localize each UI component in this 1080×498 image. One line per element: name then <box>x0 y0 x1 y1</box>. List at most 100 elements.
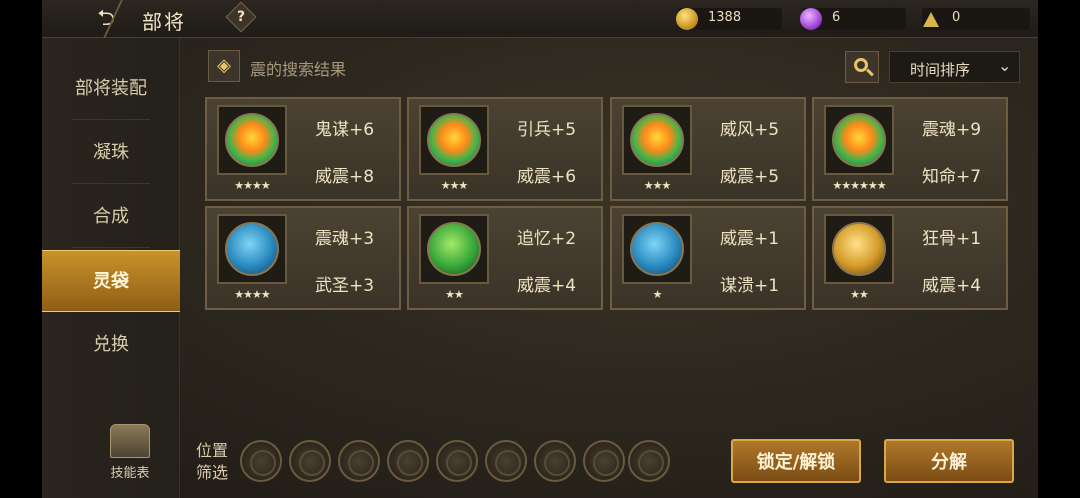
attribute-primary: 追忆+2 <box>517 229 577 249</box>
top-bar: ⮌ 部将 ? 1388 6 0 <box>42 0 1038 38</box>
spirit-orb-icon <box>630 113 684 167</box>
attribute-primary: 引兵+5 <box>517 120 577 140</box>
attribute-primary: 震魂+9 <box>922 120 982 140</box>
spirit-card[interactable]: ★★★ 威风+5 威震+5 <box>610 97 806 201</box>
chevron-left-icon: ◈ <box>217 55 231 76</box>
orb-frame <box>419 214 489 284</box>
bell-counter: 0 <box>922 8 1030 30</box>
orb-frame <box>419 105 489 175</box>
attribute-secondary: 威震+4 <box>922 276 982 296</box>
bell-value: 0 <box>952 10 961 25</box>
attribute-primary: 狂骨+1 <box>922 229 982 249</box>
spirit-card[interactable]: ★★★★★★ 震魂+9 知命+7 <box>812 97 1008 201</box>
gem-counter: 6 <box>800 8 906 30</box>
position-filter-slot-2[interactable] <box>289 440 331 482</box>
bell-icon <box>920 8 942 30</box>
coin-counter: 1388 <box>676 8 782 30</box>
sidebar-item-label: 部将装配 <box>75 78 147 99</box>
star-rating: ★★ <box>850 288 869 301</box>
game-screen: ⮌ 部将 ? 1388 6 0 部将装配 凝珠 合成 灵袋 兑换 技能表 ◈ 震… <box>0 0 1080 498</box>
star-rating: ★★★★ <box>234 179 270 192</box>
position-filter-slot-9[interactable] <box>628 440 670 482</box>
spirit-card[interactable]: ★ 威震+1 谋溃+1 <box>610 206 806 310</box>
star-rating: ★★ <box>445 288 464 301</box>
orb-frame <box>622 105 692 175</box>
skill-book-button[interactable]: 技能表 <box>100 424 160 484</box>
spirit-card[interactable]: ★★★★ 震魂+3 武圣+3 <box>205 206 401 310</box>
sidebar-item-spirit-bag[interactable]: 灵袋 <box>42 250 180 312</box>
decompose-button[interactable]: 分解 <box>884 439 1014 483</box>
spirit-card[interactable]: ★★★★ 鬼谋+6 威震+8 <box>205 97 401 201</box>
attribute-primary: 鬼谋+6 <box>315 120 375 140</box>
attribute-secondary: 知命+7 <box>922 167 982 187</box>
question-icon: ? <box>236 9 246 25</box>
position-filter-label: 位置 筛选 <box>196 440 236 484</box>
attribute-secondary: 谋溃+1 <box>720 276 780 296</box>
sidebar-item-equip[interactable]: 部将装配 <box>42 58 180 120</box>
sidebar-item-exchange[interactable]: 兑换 <box>42 314 180 376</box>
position-filter-slot-7[interactable] <box>534 440 576 482</box>
orb-frame <box>217 214 287 284</box>
attribute-secondary: 威震+8 <box>315 167 375 187</box>
search-icon-handle <box>866 68 874 77</box>
page-title: 部将 <box>142 10 186 34</box>
help-button[interactable]: ? <box>225 1 257 33</box>
filter-label-line1: 位置 <box>196 441 229 460</box>
sidebar-item-label: 兑换 <box>93 334 129 355</box>
sort-dropdown[interactable]: 时间排序 ⌄ <box>889 51 1020 83</box>
search-button[interactable] <box>845 51 879 83</box>
sidebar-item-compose[interactable]: 合成 <box>42 186 180 248</box>
filter-label-line2: 筛选 <box>196 463 229 482</box>
search-back-button[interactable]: ◈ <box>208 50 240 82</box>
search-result-title: 震的搜索结果 <box>250 60 347 79</box>
attribute-primary: 威震+1 <box>720 229 780 249</box>
sidebar-item-label: 凝珠 <box>93 142 129 163</box>
position-filter-slot-8[interactable] <box>583 440 625 482</box>
screen-edge-left <box>0 0 42 498</box>
star-rating: ★ <box>652 288 663 301</box>
position-filter-slot-1[interactable] <box>240 440 282 482</box>
spirit-card[interactable]: ★★★ 引兵+5 威震+6 <box>407 97 603 201</box>
sidebar-divider <box>72 183 150 184</box>
position-filter-slot-4[interactable] <box>387 440 429 482</box>
spirit-orb-icon <box>427 113 481 167</box>
book-icon <box>110 424 150 458</box>
sidebar-item-label: 灵袋 <box>93 271 129 292</box>
sidebar-item-label: 合成 <box>93 206 129 227</box>
lock-unlock-button[interactable]: 锁定/解锁 <box>731 439 861 483</box>
sidebar-item-pearl[interactable]: 凝珠 <box>42 122 180 184</box>
position-filter-slot-6[interactable] <box>485 440 527 482</box>
attribute-secondary: 威震+5 <box>720 167 780 187</box>
sidebar-divider <box>72 119 150 120</box>
spirit-card[interactable]: ★★ 狂骨+1 威震+4 <box>812 206 1008 310</box>
orb-frame <box>622 214 692 284</box>
gem-icon <box>800 8 822 30</box>
spirit-orb-icon <box>630 222 684 276</box>
spirit-orb-icon <box>225 222 279 276</box>
skill-book-label: 技能表 <box>110 466 150 481</box>
attribute-primary: 威风+5 <box>720 120 780 140</box>
chevron-down-icon: ⌄ <box>998 56 1012 75</box>
star-rating: ★★★ <box>440 179 469 192</box>
star-rating: ★★★ <box>643 179 672 192</box>
sidebar: 部将装配 凝珠 合成 灵袋 兑换 技能表 <box>42 38 180 498</box>
orb-frame <box>824 214 894 284</box>
star-rating: ★★★★★★ <box>832 179 886 192</box>
attribute-secondary: 威震+6 <box>517 167 577 187</box>
spirit-orb-icon <box>832 113 886 167</box>
orb-frame <box>217 105 287 175</box>
coin-icon <box>676 8 698 30</box>
position-filter-slot-3[interactable] <box>338 440 380 482</box>
coin-value: 1388 <box>708 10 742 25</box>
attribute-primary: 震魂+3 <box>315 229 375 249</box>
star-rating: ★★★★ <box>234 288 270 301</box>
spirit-orb-icon <box>832 222 886 276</box>
orb-frame <box>824 105 894 175</box>
position-filter-slot-5[interactable] <box>436 440 478 482</box>
spirit-orb-icon <box>427 222 481 276</box>
spirit-card[interactable]: ★★ 追忆+2 威震+4 <box>407 206 603 310</box>
sort-label: 时间排序 <box>910 61 971 79</box>
sidebar-divider <box>72 247 150 248</box>
gem-value: 6 <box>832 10 841 25</box>
screen-edge-right <box>1038 0 1080 498</box>
